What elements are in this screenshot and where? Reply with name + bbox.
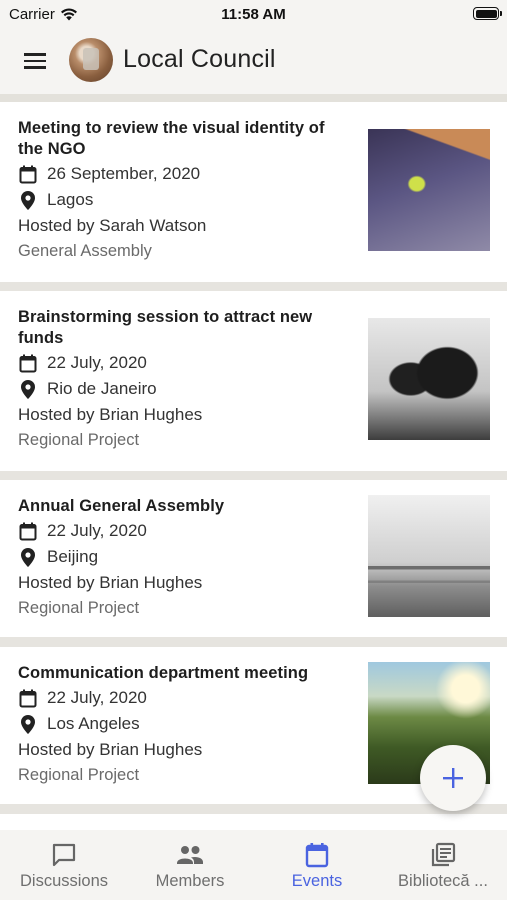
event-location: Rio de Janeiro: [47, 379, 157, 398]
status-time: 11:58 AM: [221, 6, 286, 23]
event-title: Meeting to review the visual identity of…: [18, 119, 325, 158]
event-card[interactable]: Brainstorming session to attract new fun…: [0, 291, 507, 471]
event-date: 22 July, 2020: [47, 521, 147, 540]
event-title: Annual General Assembly: [18, 497, 225, 515]
event-host: Hosted by Brian Hughes: [18, 405, 203, 424]
event-location: Beijing: [47, 547, 99, 566]
event-type: General Assembly: [18, 242, 152, 260]
event-location-row: Beijing: [18, 547, 98, 567]
event-title: Brainstorming session to attract new fun…: [18, 308, 313, 347]
event-type: Regional Project: [18, 599, 140, 617]
battery-icon: [473, 7, 502, 20]
tab-label: Bibliotecă ...: [398, 872, 488, 890]
menu-icon[interactable]: [20, 48, 50, 76]
divider: [0, 94, 507, 102]
event-thumbnail: [368, 318, 490, 440]
event-location-row: Rio de Janeiro: [18, 379, 157, 399]
tab-label: Discussions: [19, 872, 109, 890]
location-pin-icon: [18, 547, 38, 567]
event-type: Regional Project: [18, 766, 140, 784]
location-pin-icon: [18, 190, 38, 210]
event-location: Los Angeles: [47, 714, 140, 733]
app-bar: Local Council: [0, 30, 507, 94]
event-date-row: 22 July, 2020: [18, 521, 147, 541]
calendar-icon: [18, 521, 38, 541]
calendar-icon: [18, 353, 38, 373]
page-title: Local Council: [123, 45, 276, 73]
event-host: Hosted by Brian Hughes: [18, 573, 203, 592]
tab-events[interactable]: Events: [254, 842, 380, 891]
event-title: Communication department meeting: [18, 664, 309, 682]
event-date: 22 July, 2020: [47, 688, 147, 707]
event-location: Lagos: [47, 190, 94, 209]
event-card[interactable]: Meeting to review the visual identity of…: [0, 102, 507, 282]
event-date-row: 26 September, 2020: [18, 164, 200, 184]
event-location-row: Lagos: [18, 190, 93, 210]
event-host: Hosted by Sarah Watson: [18, 216, 207, 235]
calendar-icon: [305, 843, 329, 868]
chat-icon: [52, 843, 76, 867]
plus-icon: [443, 768, 463, 788]
people-icon: [177, 846, 203, 864]
calendar-icon: [18, 164, 38, 184]
bottom-nav: Discussions Members Events Bibliotecă ..…: [0, 830, 507, 900]
event-type: Regional Project: [18, 431, 140, 449]
tab-label: Events: [291, 872, 343, 890]
add-event-button[interactable]: [420, 745, 486, 811]
tab-members[interactable]: Members: [127, 842, 253, 891]
group-avatar[interactable]: [69, 38, 113, 82]
event-host: Hosted by Brian Hughes: [18, 740, 203, 759]
event-card[interactable]: Annual General Assembly 22 July, 2020 Be…: [0, 480, 507, 637]
event-location-row: Los Angeles: [18, 714, 140, 734]
event-thumbnail: [368, 129, 490, 251]
event-date: 22 July, 2020: [47, 353, 147, 372]
calendar-icon: [18, 688, 38, 708]
tab-discussions[interactable]: Discussions: [1, 842, 127, 891]
tab-library[interactable]: Bibliotecă ...: [380, 842, 506, 891]
status-bar: Carrier 11:58 AM: [0, 0, 507, 30]
event-date-row: 22 July, 2020: [18, 353, 147, 373]
location-pin-icon: [18, 714, 38, 734]
location-pin-icon: [18, 379, 38, 399]
tab-label: Members: [155, 872, 225, 890]
library-icon: [431, 842, 456, 867]
event-date-row: 22 July, 2020: [18, 688, 147, 708]
event-date: 26 September, 2020: [47, 164, 201, 183]
event-thumbnail: [368, 495, 490, 617]
